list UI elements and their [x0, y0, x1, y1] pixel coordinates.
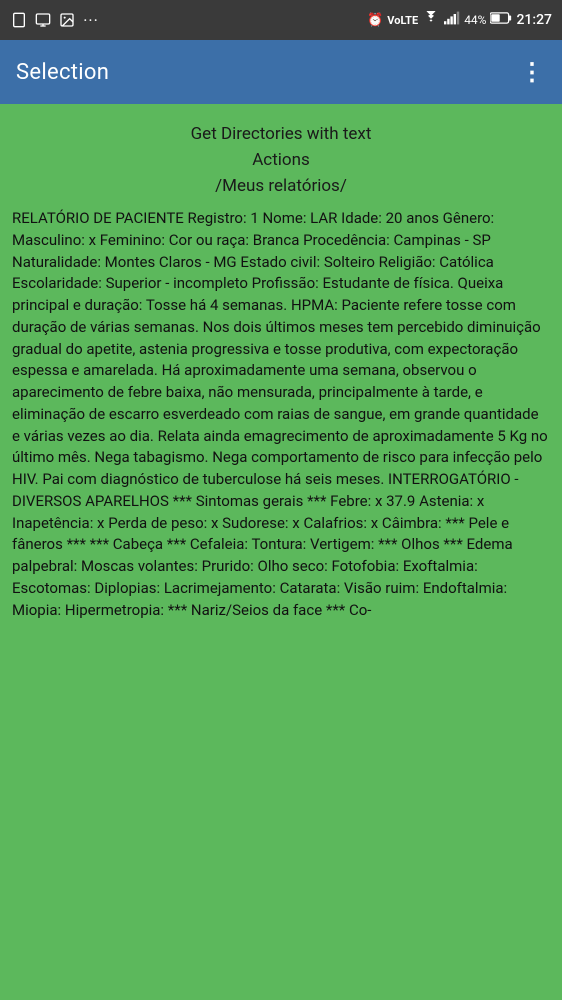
- lte-indicator: VoLTE: [387, 14, 418, 27]
- app-bar-title: Selection: [16, 60, 109, 85]
- status-bar: ··· ⏰ VoLTE 44%: [0, 0, 562, 40]
- battery-icon: [490, 12, 512, 28]
- more-dots-icon: ···: [82, 11, 100, 29]
- time-display: 21:27: [516, 12, 552, 28]
- alarm-icon: ⏰: [367, 13, 383, 28]
- screen-icon: [34, 11, 52, 29]
- app-bar: Selection ⋮: [0, 40, 562, 104]
- wifi-icon: [422, 11, 440, 29]
- more-menu-button[interactable]: ⋮: [520, 58, 546, 86]
- actions-label[interactable]: Actions: [12, 150, 550, 170]
- get-directories-label[interactable]: Get Directories with text: [12, 124, 550, 144]
- status-bar-right: ⏰ VoLTE 44%: [367, 11, 552, 29]
- path-label[interactable]: /Meus relatórios/: [12, 176, 550, 196]
- status-bar-left: ···: [10, 11, 100, 29]
- signal-icon: [444, 11, 460, 29]
- image-icon: [58, 11, 76, 29]
- main-content: Get Directories with text Actions /Meus …: [0, 104, 562, 641]
- phone-icon: [10, 11, 28, 29]
- battery-percentage: 44%: [464, 13, 486, 27]
- report-text: RELATÓRIO DE PACIENTE Registro: 1 Nome: …: [12, 208, 550, 621]
